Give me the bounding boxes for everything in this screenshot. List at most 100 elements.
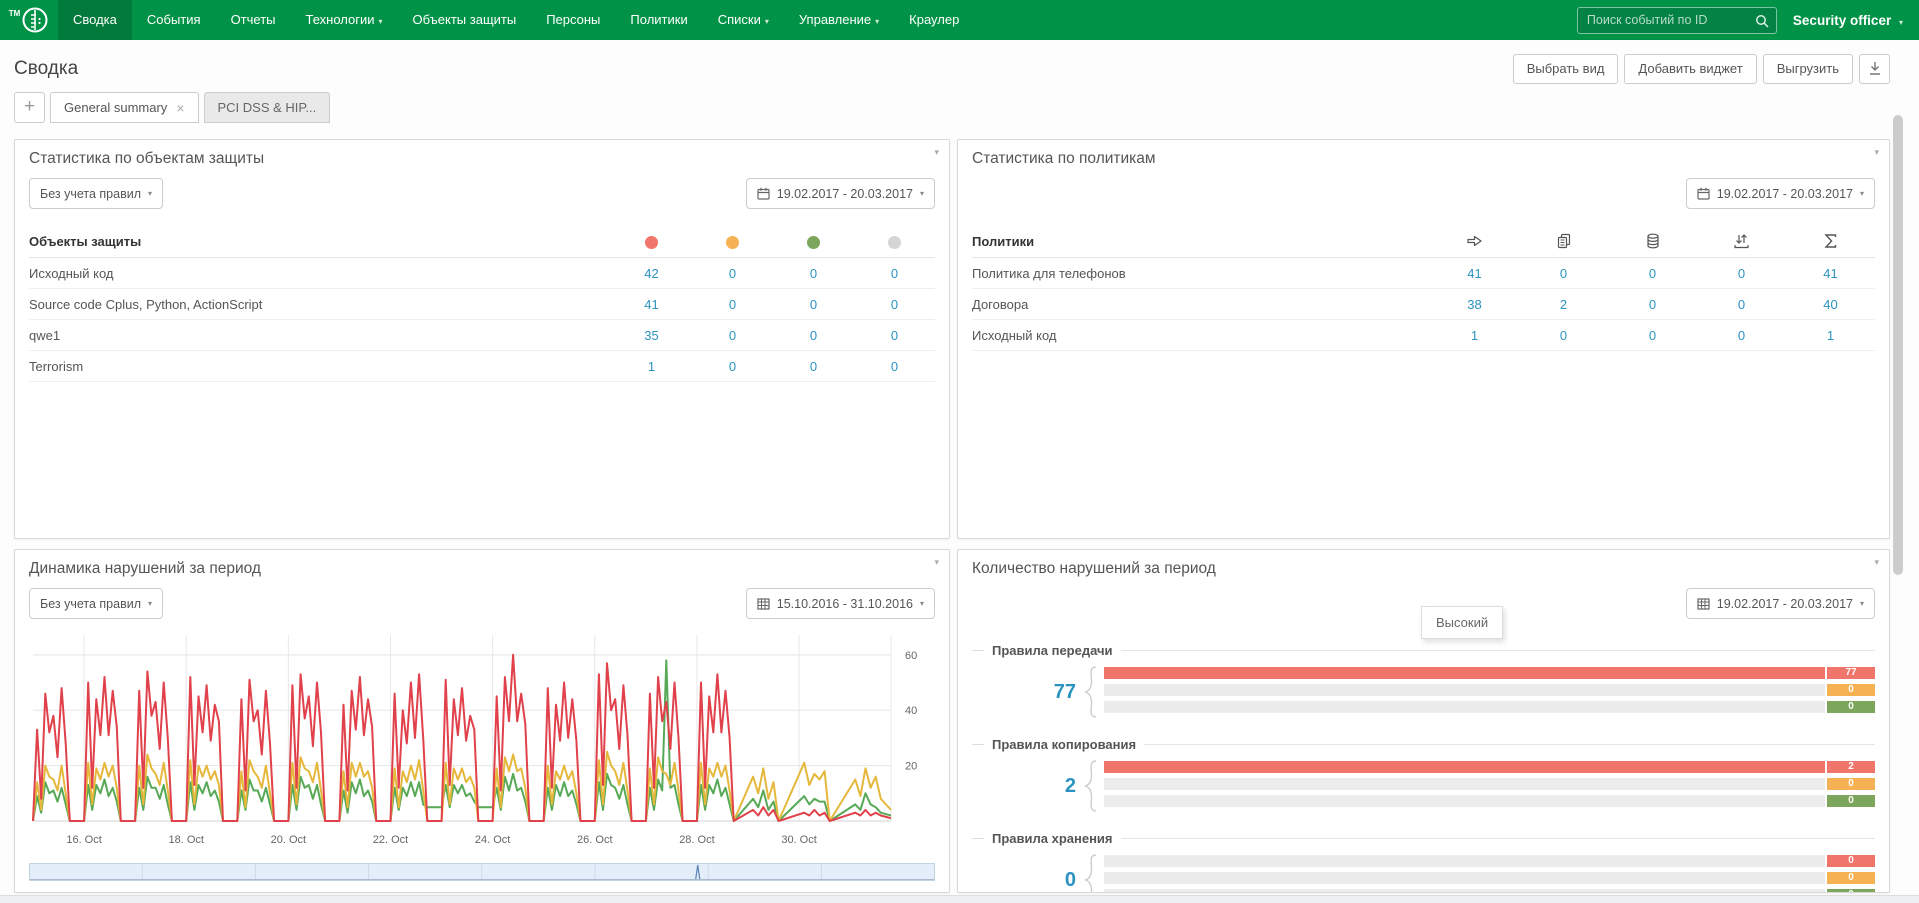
severity-bar[interactable] xyxy=(1104,795,1825,807)
date-range-picker[interactable]: 19.02.2017 - 20.03.2017▾ xyxy=(1686,588,1875,619)
chevron-down-icon: ▾ xyxy=(1860,189,1864,198)
search-icon[interactable] xyxy=(1755,14,1769,28)
chevron-down-icon: ▾ xyxy=(1899,18,1903,27)
stat-value-link[interactable]: 1 xyxy=(1827,328,1834,343)
nav-item-reports[interactable]: Отчеты xyxy=(216,0,291,40)
stat-value-link[interactable]: 0 xyxy=(1560,328,1567,343)
stat-value-link[interactable]: 0 xyxy=(729,328,736,343)
stat-value-link[interactable]: 0 xyxy=(891,297,898,312)
stat-value-link[interactable]: 0 xyxy=(810,297,817,312)
search-input[interactable] xyxy=(1578,8,1776,33)
nav-item-events[interactable]: События xyxy=(132,0,216,40)
stat-value-link[interactable]: 41 xyxy=(1467,266,1481,281)
stat-value-link[interactable]: 40 xyxy=(1823,297,1837,312)
tab-pci-dss[interactable]: PCI DSS & HIP... xyxy=(204,92,331,123)
app-logo[interactable]: TM xyxy=(0,0,58,40)
choose-view-button[interactable]: Выбрать вид xyxy=(1513,54,1619,84)
group-total-link[interactable]: 2 xyxy=(972,775,1076,798)
stat-value-link[interactable]: 0 xyxy=(810,359,817,374)
chevron-down-icon: ▾ xyxy=(875,17,879,26)
nav-item-summary[interactable]: Сводка xyxy=(58,0,132,40)
stat-value-link[interactable]: 0 xyxy=(810,328,817,343)
traffic-monitor-logo-icon xyxy=(21,6,49,34)
divider xyxy=(972,838,984,839)
severity-badge: 0 xyxy=(1827,701,1875,713)
stat-value-link[interactable]: 0 xyxy=(1649,328,1656,343)
nav-item-technologies[interactable]: Технологии▾ xyxy=(291,0,398,40)
nav-item-management[interactable]: Управление▾ xyxy=(784,0,894,40)
chart-navigator[interactable] xyxy=(29,863,935,881)
stat-value-link[interactable]: 0 xyxy=(891,266,898,281)
severity-dot xyxy=(726,236,739,249)
severity-dot xyxy=(645,236,658,249)
severity-bar[interactable] xyxy=(1104,667,1825,679)
add-tab-button[interactable]: + xyxy=(14,92,45,123)
stat-value-link[interactable]: 0 xyxy=(729,266,736,281)
widget-collapse-icon[interactable]: ▾ xyxy=(934,147,939,158)
date-range-picker[interactable]: 19.02.2017 - 20.03.2017▾ xyxy=(746,178,935,209)
date-range-picker[interactable]: 19.02.2017 - 20.03.2017▾ xyxy=(1686,178,1875,209)
stat-value-link[interactable]: 0 xyxy=(891,359,898,374)
close-icon[interactable]: × xyxy=(176,103,184,113)
stat-value-link[interactable]: 0 xyxy=(1649,297,1656,312)
row-label: Исходный код xyxy=(29,266,611,281)
stat-value-link[interactable]: 41 xyxy=(1823,266,1837,281)
calendar-icon xyxy=(1697,187,1710,200)
severity-bar[interactable] xyxy=(1104,761,1825,773)
user-menu[interactable]: Security officer ▾ xyxy=(1793,13,1903,28)
svg-text:18. Oct: 18. Oct xyxy=(168,834,203,846)
stat-value-link[interactable]: 41 xyxy=(644,297,658,312)
nav-item-policies[interactable]: Политики xyxy=(615,0,702,40)
severity-bar[interactable] xyxy=(1104,778,1825,790)
rules-filter-dropdown[interactable]: Без учета правил▾ xyxy=(29,178,163,209)
group-label: Правила хранения xyxy=(992,831,1113,846)
arrow-right-icon xyxy=(1466,233,1483,249)
group-total-link[interactable]: 0 xyxy=(972,869,1076,892)
stat-value-link[interactable]: 0 xyxy=(729,359,736,374)
stat-value-link[interactable]: 1 xyxy=(1471,328,1478,343)
widget-collapse-icon[interactable]: ▾ xyxy=(934,557,939,568)
widget-collapse-icon[interactable]: ▾ xyxy=(1874,147,1879,158)
svg-text:60: 60 xyxy=(905,650,917,662)
stat-value-link[interactable]: 0 xyxy=(810,266,817,281)
stat-value-link[interactable]: 0 xyxy=(1738,297,1745,312)
nav-item-lists[interactable]: Списки▾ xyxy=(703,0,784,40)
nav-item-crawler[interactable]: Краулер xyxy=(894,0,974,40)
widget-objects-stats: Статистика по объектам защиты ▾ Без учет… xyxy=(14,139,950,539)
severity-bar[interactable] xyxy=(1104,855,1825,867)
stat-value-link[interactable]: 0 xyxy=(729,297,736,312)
group-total-link[interactable]: 77 xyxy=(972,681,1076,704)
nav-item-persons[interactable]: Персоны xyxy=(531,0,615,40)
stat-value-link[interactable]: 35 xyxy=(644,328,658,343)
stat-value-link[interactable]: 0 xyxy=(1738,266,1745,281)
widget-collapse-icon[interactable]: ▾ xyxy=(1874,557,1879,568)
severity-bar[interactable] xyxy=(1104,872,1825,884)
page-scrollbar[interactable] xyxy=(1893,115,1903,575)
top-nav: TM Сводка События Отчеты Технологии▾ Объ… xyxy=(0,0,1919,40)
export-button[interactable]: Выгрузить xyxy=(1763,54,1853,84)
severity-bar[interactable] xyxy=(1104,684,1825,696)
download-button[interactable] xyxy=(1859,54,1890,84)
policies-table-body: Политика для телефонов4100041Договора382… xyxy=(972,258,1875,351)
svg-text:20. Oct: 20. Oct xyxy=(271,834,306,846)
tab-general-summary[interactable]: General summary × xyxy=(50,92,199,123)
chevron-down-icon: ▾ xyxy=(765,17,769,26)
stat-value-link[interactable]: 42 xyxy=(644,266,658,281)
rules-filter-dropdown[interactable]: Без учета правил▾ xyxy=(29,588,163,619)
add-widget-button[interactable]: Добавить виджет xyxy=(1624,54,1756,84)
severity-bar[interactable] xyxy=(1104,889,1825,894)
widget-title: Количество нарушений за период xyxy=(972,560,1875,578)
stat-value-link[interactable]: 2 xyxy=(1560,297,1567,312)
severity-bar[interactable] xyxy=(1104,701,1825,713)
stat-value-link[interactable]: 38 xyxy=(1467,297,1481,312)
stat-value-link[interactable]: 0 xyxy=(891,328,898,343)
stat-value-link[interactable]: 0 xyxy=(1560,266,1567,281)
nav-item-protected-objects[interactable]: Объекты защиты xyxy=(398,0,532,40)
severity-dot xyxy=(807,236,820,249)
table-row: Политика для телефонов4100041 xyxy=(972,258,1875,289)
date-range-picker[interactable]: 15.10.2016 - 31.10.2016▾ xyxy=(746,588,935,619)
stat-value-link[interactable]: 0 xyxy=(1738,328,1745,343)
stat-value-link[interactable]: 0 xyxy=(1649,266,1656,281)
stat-value-link[interactable]: 1 xyxy=(648,359,655,374)
widget-violation-counts: Количество нарушений за период ▾ 19.02.2… xyxy=(957,549,1890,893)
